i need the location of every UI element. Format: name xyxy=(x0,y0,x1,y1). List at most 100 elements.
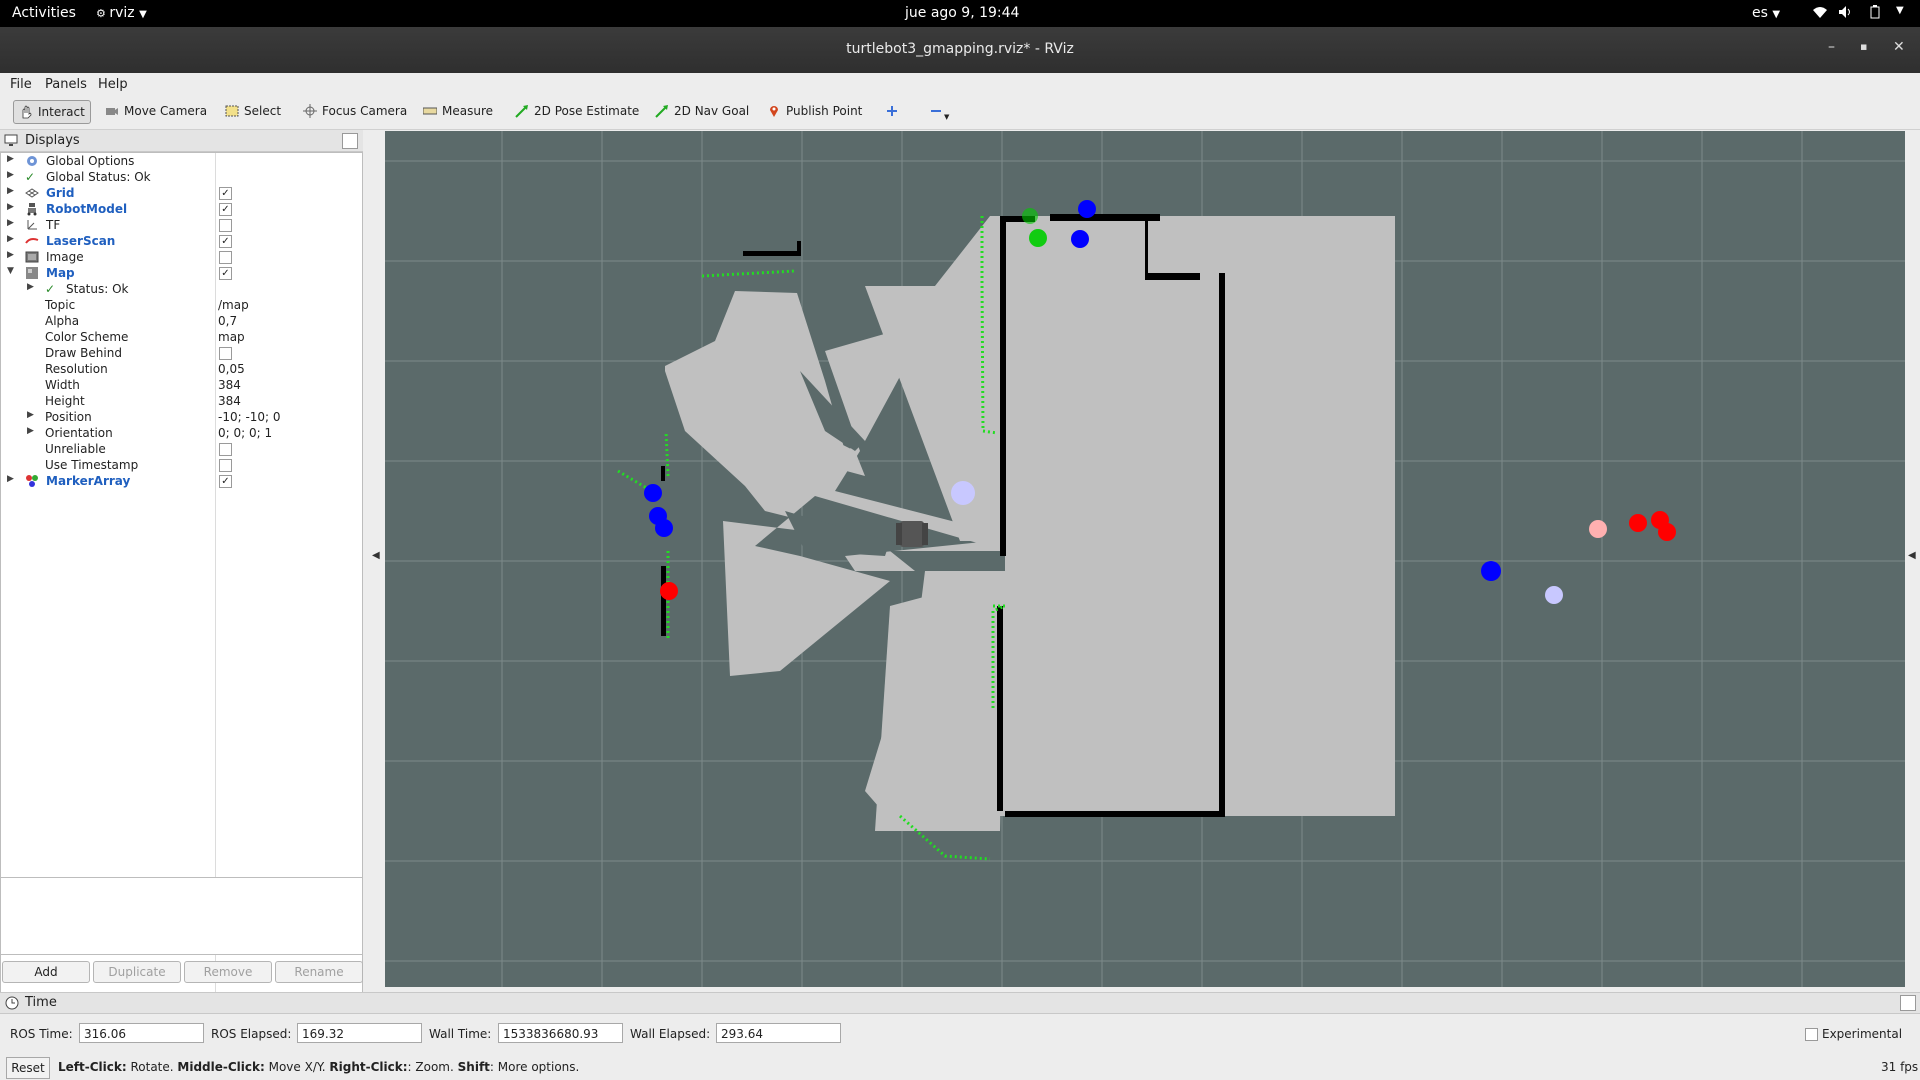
tree-row-map[interactable]: ▼ Map ✓ xyxy=(1,265,362,281)
measure-tool-button[interactable]: Measure xyxy=(418,100,498,122)
publish-point-tool-button[interactable]: Publish Point xyxy=(762,100,867,122)
menu-panels[interactable]: Panels xyxy=(45,77,87,92)
system-menu-chevron-icon[interactable]: ▼ xyxy=(1896,5,1904,16)
expand-arrow-icon[interactable]: ▶ xyxy=(7,250,17,266)
reset-button[interactable]: Reset xyxy=(6,1057,50,1079)
app-menu[interactable]: ⚙ rviz ▼ xyxy=(96,5,147,21)
use-timestamp-checkbox[interactable] xyxy=(219,459,232,472)
wall-elapsed-field[interactable]: 293.64 xyxy=(716,1023,841,1043)
move-camera-tool-button[interactable]: Move Camera xyxy=(100,100,212,122)
add-display-button[interactable]: Add xyxy=(2,961,90,983)
rename-display-button[interactable]: Rename xyxy=(275,961,363,983)
activities-button[interactable]: Activities xyxy=(12,5,76,21)
markerarray-enabled-checkbox[interactable]: ✓ xyxy=(219,475,232,488)
image-enabled-checkbox[interactable] xyxy=(219,251,232,264)
tree-row-laserscan[interactable]: ▶ LaserScan ✓ xyxy=(1,233,362,249)
property-value[interactable]: 0,7 xyxy=(218,314,237,328)
laserscan-enabled-checkbox[interactable]: ✓ xyxy=(219,235,232,248)
expand-arrow-icon[interactable]: ▶ xyxy=(27,410,37,426)
wifi-icon[interactable] xyxy=(1812,5,1828,23)
unreliable-checkbox[interactable] xyxy=(219,443,232,456)
select-tool-button[interactable]: Select xyxy=(220,100,286,122)
ros-elapsed-field[interactable]: 169.32 xyxy=(297,1023,422,1043)
map-enabled-checkbox[interactable]: ✓ xyxy=(219,267,232,280)
close-icon[interactable]: ✕ xyxy=(1893,39,1905,55)
property-row-use-timestamp[interactable]: Use Timestamp xyxy=(1,457,362,473)
move-camera-tool-label: Move Camera xyxy=(124,104,208,118)
robotmodel-enabled-checkbox[interactable]: ✓ xyxy=(219,203,232,216)
collapse-left-panel-icon[interactable]: ◀ xyxy=(372,550,380,561)
float-panel-button[interactable] xyxy=(1900,995,1916,1011)
clock[interactable]: jue ago 9, 19:44 xyxy=(905,5,1019,21)
property-row-resolution[interactable]: Resolution 0,05 xyxy=(1,361,362,377)
tree-row-markerarray[interactable]: ▶ MarkerArray ✓ xyxy=(1,473,362,489)
tree-row-tf[interactable]: ▶ TF xyxy=(1,217,362,233)
ros-elapsed-label: ROS Elapsed: xyxy=(211,1027,292,1041)
tree-row-robotmodel[interactable]: ▶ RobotModel ✓ xyxy=(1,201,362,217)
tree-row-global-status[interactable]: ▶ ✓ Global Status: Ok xyxy=(1,169,362,185)
tf-enabled-checkbox[interactable] xyxy=(219,219,232,232)
pose-estimate-tool-button[interactable]: 2D Pose Estimate xyxy=(510,100,644,122)
minimize-icon[interactable]: – xyxy=(1828,39,1835,55)
menu-help[interactable]: Help xyxy=(98,77,128,92)
property-row-width[interactable]: Width 384 xyxy=(1,377,362,393)
expand-arrow-icon[interactable]: ▶ xyxy=(7,234,17,250)
property-row-height[interactable]: Height 384 xyxy=(1,393,362,409)
help-shift-text: : More options. xyxy=(489,1060,580,1074)
tree-label: Image xyxy=(46,250,84,264)
tree-row-map-status[interactable]: ▶ ✓ Status: Ok xyxy=(1,281,362,297)
nav-goal-tool-button[interactable]: 2D Nav Goal xyxy=(650,100,754,122)
expand-arrow-icon[interactable]: ▶ xyxy=(7,474,17,490)
property-value[interactable]: -10; -10; 0 xyxy=(218,410,281,424)
collapse-arrow-icon[interactable]: ▼ xyxy=(7,266,17,282)
property-row-position[interactable]: ▶ Position -10; -10; 0 xyxy=(1,409,362,425)
menu-file[interactable]: File xyxy=(10,77,32,92)
tree-label: Global Status: Ok xyxy=(46,170,151,184)
volume-icon[interactable] xyxy=(1838,5,1854,23)
battery-icon[interactable] xyxy=(1870,5,1880,23)
maximize-icon[interactable]: ▪ xyxy=(1860,40,1867,53)
draw-behind-checkbox[interactable] xyxy=(219,347,232,360)
property-row-draw-behind[interactable]: Draw Behind xyxy=(1,345,362,361)
property-value[interactable]: 0,05 xyxy=(218,362,245,376)
tree-row-image[interactable]: ▶ Image xyxy=(1,249,362,265)
expand-arrow-icon[interactable]: ▶ xyxy=(27,282,37,298)
float-panel-button[interactable] xyxy=(342,133,358,149)
property-row-unreliable[interactable]: Unreliable xyxy=(1,441,362,457)
tree-row-grid[interactable]: ▶ Grid ✓ xyxy=(1,185,362,201)
displays-tree[interactable]: ▶ Global Options ▶ ✓ Global Status: Ok ▶… xyxy=(0,152,363,1003)
interact-tool-button[interactable]: Interact xyxy=(13,100,91,124)
remove-tool-button[interactable]: ▼ xyxy=(924,100,958,122)
expand-arrow-icon[interactable]: ▶ xyxy=(7,186,17,202)
expand-arrow-icon[interactable]: ▶ xyxy=(27,426,37,442)
focus-camera-tool-button[interactable]: Focus Camera xyxy=(298,100,412,122)
grid-enabled-checkbox[interactable]: ✓ xyxy=(219,187,232,200)
property-row-topic[interactable]: Topic /map xyxy=(1,297,362,313)
ros-time-field[interactable]: 316.06 xyxy=(79,1023,204,1043)
rviz-app-icon: ⚙ xyxy=(96,7,110,20)
tree-row-global-options[interactable]: ▶ Global Options xyxy=(1,153,362,169)
property-value[interactable]: /map xyxy=(218,298,249,312)
property-row-color-scheme[interactable]: Color Scheme map xyxy=(1,329,362,345)
property-row-alpha[interactable]: Alpha 0,7 xyxy=(1,313,362,329)
property-value[interactable]: 384 xyxy=(218,394,241,408)
expand-arrow-icon[interactable]: ▶ xyxy=(7,202,17,218)
property-label: Use Timestamp xyxy=(45,458,139,472)
property-row-orientation[interactable]: ▶ Orientation 0; 0; 0; 1 xyxy=(1,425,362,441)
map-render[interactable] xyxy=(385,131,1905,987)
language-indicator[interactable]: es ▼ xyxy=(1752,5,1780,21)
wall-time-field[interactable]: 1533836680.93 xyxy=(498,1023,623,1043)
collapse-right-panel-icon[interactable]: ◀ xyxy=(1908,550,1916,561)
3d-viewport[interactable] xyxy=(385,131,1905,987)
remove-display-button[interactable]: Remove xyxy=(184,961,272,983)
expand-arrow-icon[interactable]: ▶ xyxy=(7,218,17,234)
experimental-checkbox[interactable] xyxy=(1805,1028,1818,1041)
duplicate-display-button[interactable]: Duplicate xyxy=(93,961,181,983)
expand-arrow-icon[interactable]: ▶ xyxy=(7,154,17,170)
expand-arrow-icon[interactable]: ▶ xyxy=(7,170,17,186)
property-value[interactable]: 384 xyxy=(218,378,241,392)
select-tool-label: Select xyxy=(244,104,282,118)
add-tool-button[interactable] xyxy=(880,100,904,122)
property-value[interactable]: 0; 0; 0; 1 xyxy=(218,426,272,440)
property-value[interactable]: map xyxy=(218,330,245,344)
